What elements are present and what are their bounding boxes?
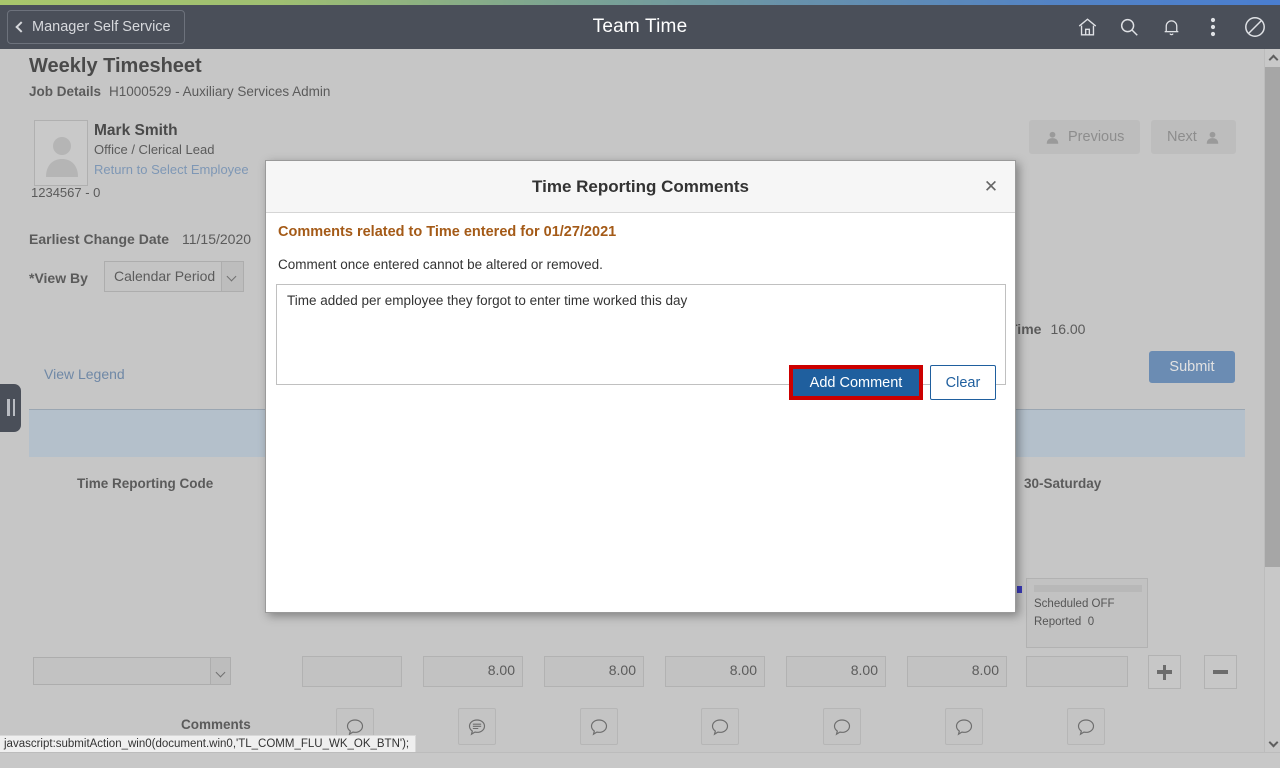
hours-input-thursday[interactable]: 8.00 (786, 656, 886, 687)
comment-button-wednesday[interactable] (701, 708, 739, 745)
search-icon[interactable] (1110, 7, 1148, 47)
comments-row-label: Comments (181, 717, 251, 732)
previous-button-label: Previous (1068, 129, 1125, 145)
job-details-value: H1000529 - Auxiliary Services Admin (109, 84, 331, 99)
reported-value: 0 (1087, 616, 1095, 628)
scroll-up-arrow-icon[interactable] (1265, 49, 1280, 66)
employee-job-title: Office / Clerical Lead (94, 142, 215, 157)
comment-empty-icon (1077, 718, 1095, 735)
page-title: Weekly Timesheet (29, 55, 202, 77)
add-comment-button[interactable]: Add Comment (789, 365, 923, 400)
total-time-value: 16.00 (1050, 321, 1086, 337)
earliest-change-date-label: Earliest Change Date (29, 231, 170, 247)
job-details-row: Job Details H1000529 - Auxiliary Services… (29, 84, 330, 99)
vertical-scrollbar[interactable] (1264, 49, 1280, 752)
hours-input-wednesday[interactable]: 8.00 (665, 656, 765, 687)
home-icon[interactable] (1068, 7, 1106, 47)
previous-employee-button[interactable]: Previous (1029, 120, 1141, 154)
modal-warning-text: Comments related to Time entered for 01/… (278, 224, 617, 240)
close-icon[interactable]: ✕ (977, 174, 1005, 200)
application-window: Manager Self Service Team Time Weekly Ti… (0, 0, 1280, 768)
browser-status-bar: javascript:submitAction_win0(document.wi… (0, 735, 417, 752)
chevron-down-icon (210, 658, 230, 684)
view-legend-link[interactable]: View Legend (44, 366, 125, 382)
comment-button-thursday[interactable] (823, 708, 861, 745)
modal-title: Time Reporting Comments (532, 177, 749, 196)
schedule-card-accent (1034, 585, 1142, 592)
app-header: Manager Self Service Team Time (0, 5, 1280, 49)
submit-button[interactable]: Submit (1149, 351, 1235, 383)
comment-empty-icon (711, 718, 729, 735)
modal-subtext: Comment once entered cannot be altered o… (278, 257, 603, 272)
earliest-change-date-value: 11/15/2020 (182, 231, 252, 247)
minus-icon (1213, 670, 1228, 674)
day-status-marker (1017, 586, 1022, 593)
view-by-label: *View By (29, 270, 88, 286)
return-to-select-employee-link[interactable]: Return to Select Employee (94, 162, 249, 177)
person-icon (1046, 131, 1059, 144)
comment-button-tuesday[interactable] (580, 708, 618, 745)
comment-empty-icon (346, 718, 364, 735)
saturday-schedule-card: Scheduled OFF Reported 0 (1026, 578, 1148, 648)
hours-input-saturday[interactable] (1026, 656, 1128, 687)
hours-input-sunday[interactable] (302, 656, 402, 687)
reported-label: Reported (1034, 616, 1082, 628)
comment-button-monday[interactable] (458, 708, 496, 745)
more-options-icon[interactable] (1194, 7, 1232, 47)
person-icon (1206, 131, 1219, 144)
hours-input-friday[interactable]: 8.00 (907, 656, 1007, 687)
comment-filled-icon (468, 718, 486, 735)
employee-name: Mark Smith (94, 122, 178, 139)
pause-bars-icon (7, 399, 15, 416)
comment-button-saturday[interactable] (1067, 708, 1105, 745)
job-details-label: Job Details (29, 84, 102, 99)
hours-input-monday[interactable]: 8.00 (423, 656, 523, 687)
time-reporting-comments-modal: Time Reporting Comments ✕ Comments relat… (265, 160, 1016, 613)
employee-id: 1234567 - 0 (31, 185, 101, 200)
view-by-select[interactable]: Calendar Period (104, 261, 244, 292)
time-reporting-code-select[interactable] (33, 657, 231, 685)
panel-collapse-handle[interactable] (0, 384, 21, 432)
clear-button[interactable]: Clear (930, 365, 996, 400)
header-icon-group (1068, 5, 1274, 49)
employee-avatar (34, 120, 88, 186)
comment-button-friday[interactable] (945, 708, 983, 745)
plus-icon-vertical (1162, 664, 1167, 680)
horizontal-scrollbar[interactable] (0, 752, 1280, 768)
view-by-selected-value: Calendar Period (114, 268, 216, 284)
next-button-label: Next (1167, 129, 1197, 145)
next-employee-button[interactable]: Next (1151, 120, 1236, 154)
hours-input-tuesday[interactable]: 8.00 (544, 656, 644, 687)
navbar-compass-icon[interactable] (1236, 7, 1274, 47)
comment-empty-icon (833, 718, 851, 735)
reported-status-row: Reported 0 (1034, 616, 1094, 628)
remove-row-button[interactable] (1204, 655, 1237, 689)
comment-empty-icon (955, 718, 973, 735)
add-row-button[interactable] (1148, 655, 1181, 689)
total-time-row: Time 16.00 (1009, 321, 1085, 337)
vertical-scrollbar-thumb[interactable] (1265, 67, 1280, 567)
column-header-saturday: 30-Saturday (1024, 476, 1102, 491)
column-header-time-reporting-code: Time Reporting Code (77, 476, 214, 491)
comment-empty-icon (590, 718, 608, 735)
scheduled-status-label: Scheduled OFF (1034, 598, 1115, 610)
scroll-down-arrow-icon[interactable] (1265, 735, 1280, 752)
notifications-bell-icon[interactable] (1152, 7, 1190, 47)
chevron-down-icon (221, 262, 243, 291)
